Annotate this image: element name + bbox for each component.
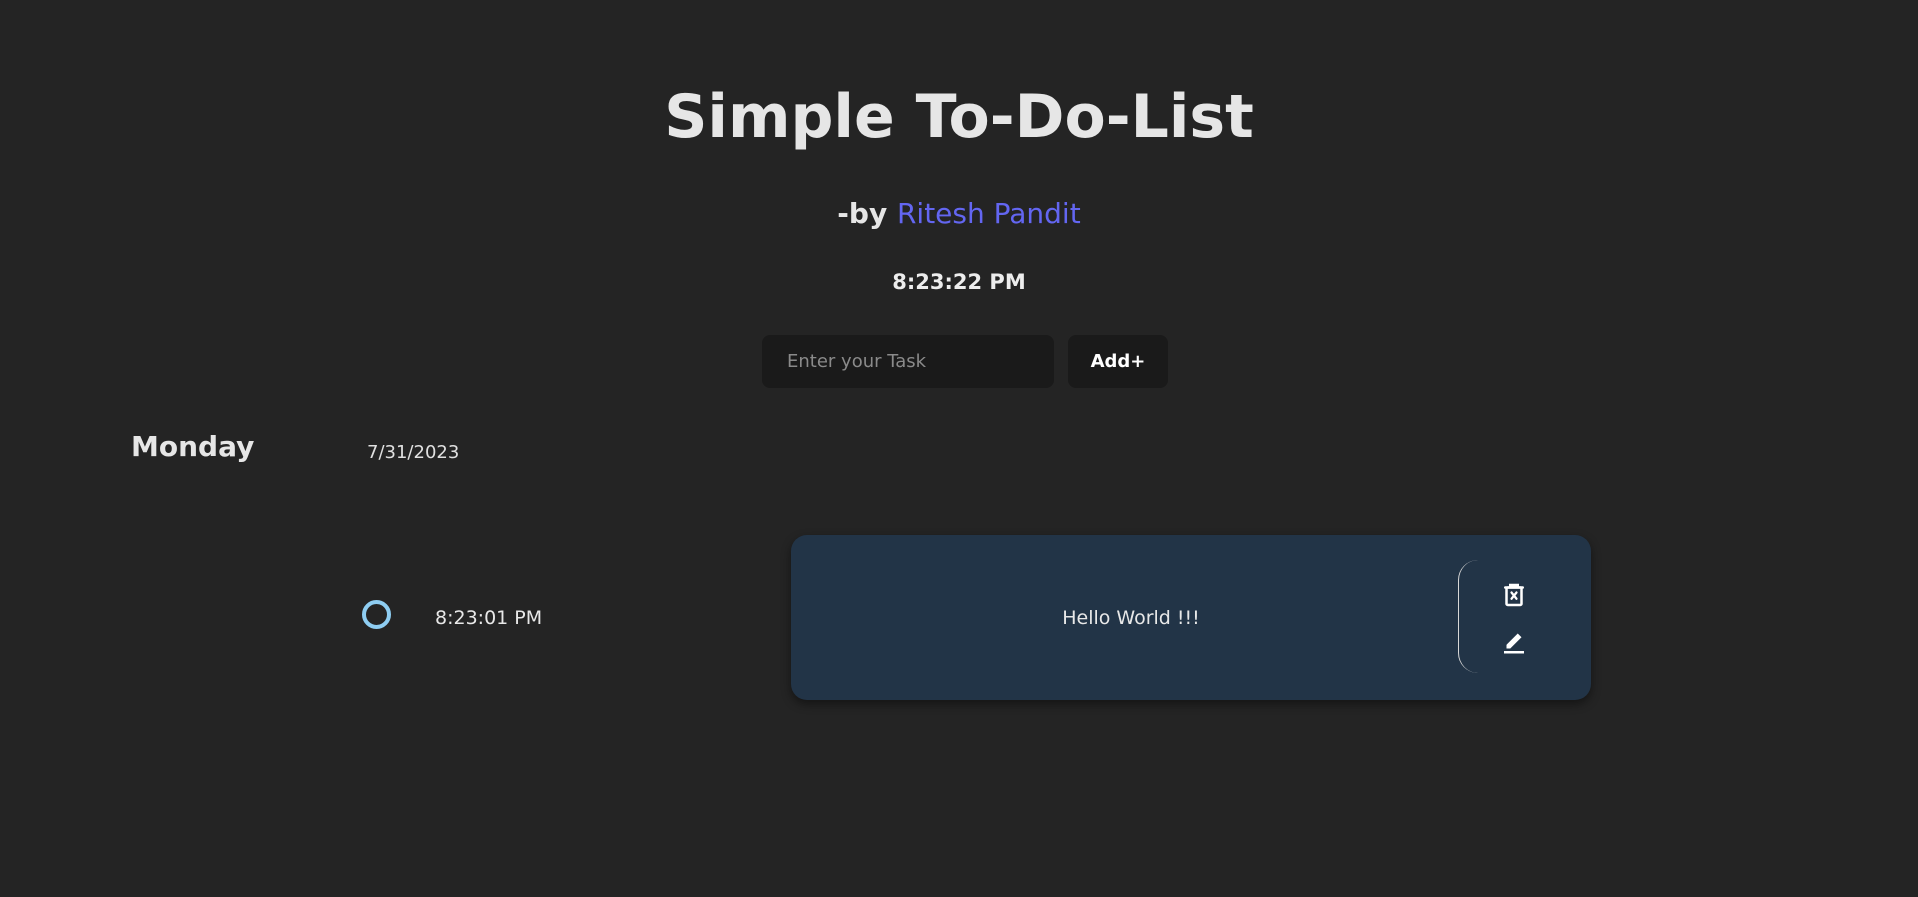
task-card: Hello World !!! bbox=[791, 535, 1591, 700]
date-label: 7/31/2023 bbox=[367, 442, 460, 463]
task-actions bbox=[1458, 560, 1524, 673]
pencil-icon[interactable] bbox=[1499, 626, 1529, 656]
current-time: 8:23:22 PM bbox=[892, 270, 1026, 294]
author-name: Ritesh Pandit bbox=[896, 197, 1081, 230]
byline-prefix: -by bbox=[837, 197, 888, 230]
day-label: Monday bbox=[131, 430, 255, 463]
add-task-button[interactable]: Add+ bbox=[1068, 335, 1168, 388]
task-input[interactable] bbox=[762, 335, 1054, 388]
task-complete-toggle[interactable] bbox=[362, 600, 391, 629]
page-title: Simple To-Do-List bbox=[664, 82, 1254, 152]
byline: -by Ritesh Pandit bbox=[0, 197, 1918, 230]
task-time: 8:23:01 PM bbox=[435, 607, 543, 629]
todo-app: Simple To-Do-List -by Ritesh Pandit 8:23… bbox=[0, 0, 1918, 897]
trash-x-icon[interactable] bbox=[1499, 580, 1529, 610]
task-text: Hello World !!! bbox=[1062, 607, 1200, 629]
